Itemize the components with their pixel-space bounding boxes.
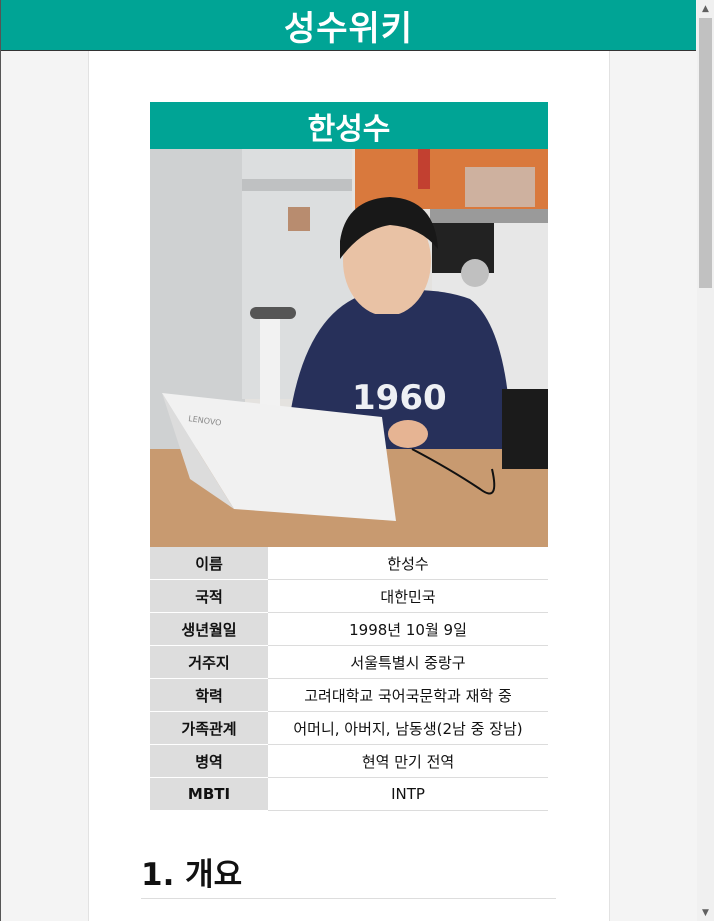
row-value: 한성수 [268,547,548,580]
triangle-up-icon: ▲ [702,3,709,14]
profile-photo-image: 1960 LENOVO [150,149,548,547]
row-value: 대한민국 [268,579,548,613]
row-key: 학력 [150,678,268,712]
infobox-row: 국적 대한민국 [150,579,548,613]
infobox: 한성수 1960 LENOVO 이름 한성수 국적 대한민국 생년월일 1998… [150,102,548,811]
infobox-row: 가족관계 어머니, 아버지, 남동생(2남 중 장남) [150,711,548,745]
triangle-down-icon: ▼ [702,907,709,918]
row-value: 1998년 10월 9일 [268,612,548,646]
profile-photo: 1960 LENOVO [150,149,548,547]
infobox-title: 한성수 [150,102,548,149]
infobox-row: 이름 한성수 [150,547,548,580]
infobox-row: 거주지 서울특별시 중랑구 [150,645,548,679]
row-key: 생년월일 [150,612,268,646]
row-key: 이름 [150,547,268,580]
window-border [0,0,1,921]
row-key: 병역 [150,744,268,778]
infobox-table: 이름 한성수 국적 대한민국 생년월일 1998년 10월 9일 거주지 서울특… [150,547,548,811]
infobox-row: 학력 고려대학교 국어국문학과 재학 중 [150,678,548,712]
sweater-text: 1960 [352,378,447,418]
infobox-row: 병역 현역 만기 전역 [150,744,548,778]
scroll-up-button[interactable]: ▲ [697,0,714,17]
article-content: 한성수 1960 LENOVO 이름 한성수 국적 대한민국 생년월일 1998… [88,51,610,921]
row-key: 거주지 [150,645,268,679]
infobox-row: MBTI INTP [150,777,548,811]
row-value: INTP [268,777,548,811]
scroll-thumb[interactable] [699,18,712,288]
row-key: 가족관계 [150,711,268,745]
scroll-down-button[interactable]: ▼ [697,904,714,921]
row-value: 고려대학교 국어국문학과 재학 중 [268,678,548,712]
row-value: 어머니, 아버지, 남동생(2남 중 장남) [268,711,548,745]
row-value: 서울특별시 중랑구 [268,645,548,679]
site-header: 성수위키 [1,0,696,51]
infobox-row: 생년월일 1998년 10월 9일 [150,612,548,646]
site-title[interactable]: 성수위키 [284,1,413,50]
vertical-scrollbar[interactable]: ▲ ▼ [697,0,714,921]
row-key: 국적 [150,579,268,613]
row-value: 현역 만기 전역 [268,744,548,778]
section-heading-overview[interactable]: 1. 개요 [141,857,556,899]
row-key: MBTI [150,777,268,811]
